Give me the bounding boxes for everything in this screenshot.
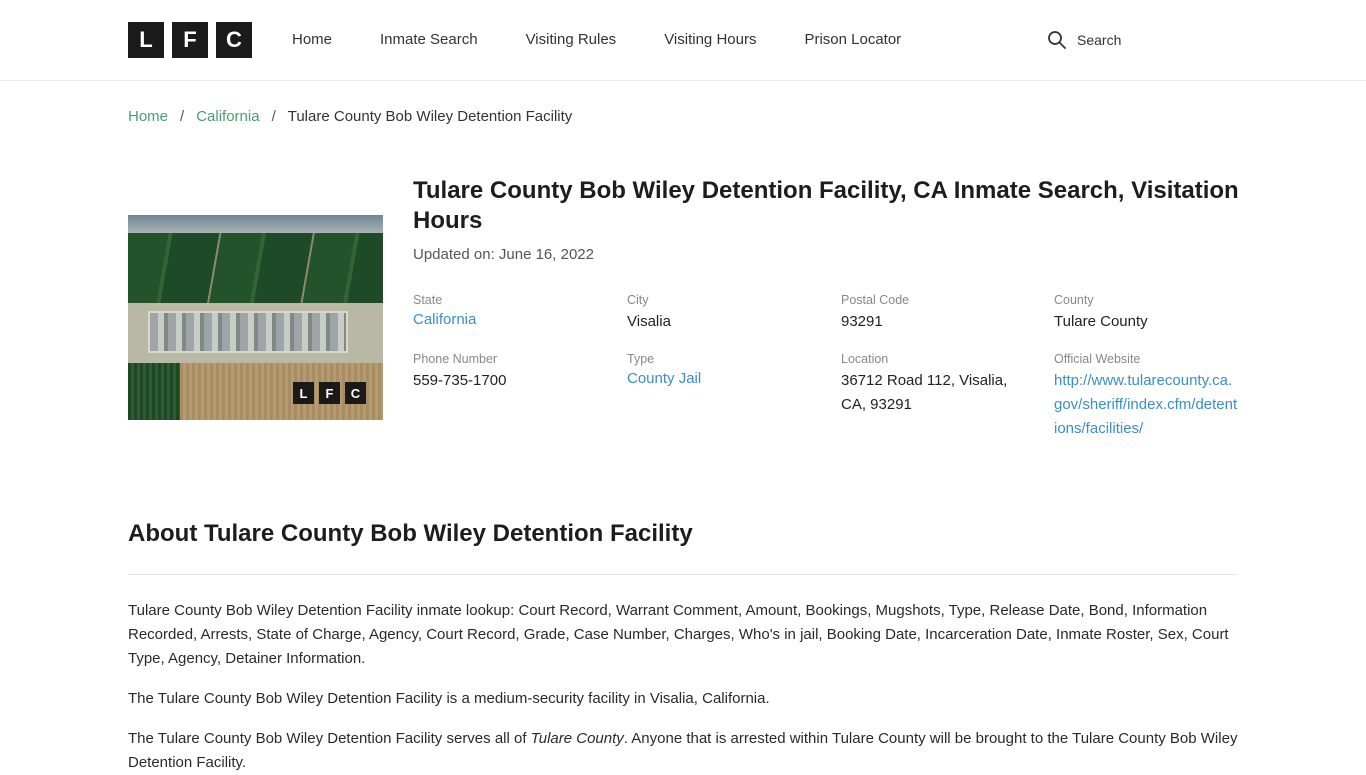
para-emphasis: Tulare County [530,730,624,747]
info-label: Type [627,352,655,366]
facility-aerial-photo: L F C [128,215,383,420]
para-text: The Tulare County Bob Wiley Detention Fa… [128,730,531,747]
info-postal-code: Postal Code 93291 [841,292,1031,334]
about-paragraph: Tulare County Bob Wiley Detention Facili… [128,602,1229,667]
info-county: County Tulare County [1054,292,1244,334]
breadcrumb-separator: / [180,108,185,125]
logo-letter: C [216,22,252,58]
info-label: Phone Number [413,352,498,366]
search-label: Search [1077,32,1122,48]
search-button[interactable]: Search [1047,30,1121,50]
info-value: 36712 Road 112, Visalia, CA, 93291 [841,372,1008,413]
nav-home[interactable]: Home [292,31,332,49]
info-label: Location [841,352,889,366]
info-value: Tulare County [1054,313,1148,330]
logo-letter: F [172,22,208,58]
nav-prison-locator[interactable]: Prison Locator [804,31,901,49]
logo-letter: C [345,382,366,404]
type-link[interactable]: County Jail [627,370,701,387]
breadcrumb-california[interactable]: California [196,108,259,125]
photo-watermark-logo: L F C [293,382,366,404]
info-location: Location 36712 Road 112, Visalia, CA, 93… [841,351,1031,417]
info-phone: Phone Number 559-735-1700 [413,351,603,393]
nav-visiting-rules[interactable]: Visiting Rules [526,31,617,49]
photo-orchard [128,363,180,420]
info-value: Visalia [627,313,671,330]
breadcrumb-current: Tulare County Bob Wiley Detention Facili… [287,108,573,125]
info-city: City Visalia [627,292,817,334]
section-divider [128,574,1238,575]
page-title: Tulare County Bob Wiley Detention Facili… [413,177,1239,234]
logo-letter: L [128,22,164,58]
state-link[interactable]: California [413,311,476,328]
info-type: Type County Jail [627,351,817,391]
breadcrumb: Home / California / Tulare County Bob Wi… [128,108,572,125]
nav-visiting-hours[interactable]: Visiting Hours [664,31,756,49]
info-value: 559-735-1700 [413,372,507,389]
info-value: 93291 [841,313,883,330]
logo-letter: L [293,382,314,404]
breadcrumb-home[interactable]: Home [128,108,168,125]
info-label: State [413,293,443,307]
nav-inmate-search[interactable]: Inmate Search [380,31,478,49]
info-label: Postal Code [841,293,910,307]
about-paragraph: The Tulare County Bob Wiley Detention Fa… [128,690,770,707]
photo-prison-buildings [148,311,348,353]
photo-sky [128,215,383,233]
about-heading: About Tulare County Bob Wiley Detention … [128,520,693,547]
info-label: County [1054,293,1094,307]
updated-date: Updated on: June 16, 2022 [413,246,594,263]
logo-letter: F [319,382,340,404]
info-label: City [627,293,649,307]
info-label: Official Website [1054,352,1141,366]
site-header: L F C Home Inmate Search Visiting Rules … [0,0,1366,81]
site-logo[interactable]: L F C [128,22,252,58]
breadcrumb-separator: / [271,108,276,125]
search-icon [1048,31,1066,49]
info-website: Official Website http://www.tularecounty… [1054,351,1244,441]
main-nav: Home Inmate Search Visiting Rules Visiti… [292,31,949,49]
info-state: State California [413,292,603,332]
photo-fields [128,233,383,303]
official-website-link[interactable]: http://www.tularecounty.ca.gov/sheriff/i… [1054,369,1239,441]
